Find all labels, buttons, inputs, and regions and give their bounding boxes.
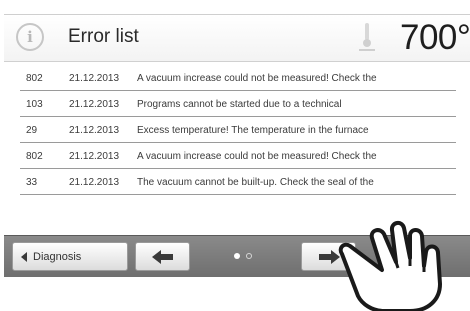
diagnosis-button[interactable]: Diagnosis [12, 242, 128, 271]
page-dot-active [234, 253, 240, 259]
page-dot-inactive [246, 253, 252, 259]
info-icon[interactable]: i [16, 23, 44, 51]
pointing-hand-icon [338, 221, 442, 311]
info-icon-glyph: i [27, 28, 33, 46]
error-code: 33 [26, 177, 38, 188]
error-row[interactable]: 29 21.12.2013 Excess temperature! The te… [20, 117, 456, 143]
error-message: The vacuum cannot be built-up. Check the… [137, 177, 374, 188]
error-code: 802 [26, 73, 43, 84]
error-code: 802 [26, 151, 43, 162]
triangle-left-icon [21, 251, 27, 262]
error-message: A vacuum increase could not be measured!… [137, 151, 377, 162]
arrow-left-icon [151, 249, 173, 264]
error-code: 29 [26, 125, 38, 136]
diagnosis-label: Diagnosis [33, 250, 82, 263]
page-indicator [234, 253, 252, 259]
error-row[interactable]: 802 21.12.2013 A vacuum increase could n… [20, 65, 456, 91]
thermometer-icon [359, 23, 375, 51]
error-date: 21.12.2013 [69, 151, 120, 162]
error-date: 21.12.2013 [69, 177, 120, 188]
error-message: A vacuum increase could not be measured!… [137, 73, 377, 84]
error-row[interactable]: 33 21.12.2013 The vacuum cannot be built… [20, 169, 456, 195]
error-list: 802 21.12.2013 A vacuum increase could n… [4, 65, 470, 195]
error-date: 21.12.2013 [69, 125, 120, 136]
error-row[interactable]: 103 21.12.2013 Programs cannot be starte… [20, 91, 456, 117]
error-code: 103 [26, 99, 43, 110]
temperature-readout: 700°C [400, 18, 470, 57]
error-row[interactable]: 802 21.12.2013 A vacuum increase could n… [20, 143, 456, 169]
back-button[interactable] [135, 242, 190, 271]
error-message: Excess temperature! The temperature in t… [137, 125, 369, 136]
error-message: Programs cannot be started due to a tech… [137, 99, 342, 110]
error-date: 21.12.2013 [69, 73, 120, 84]
header-bar: i Error list 700°C [4, 15, 470, 62]
page-title: Error list [68, 26, 139, 47]
error-date: 21.12.2013 [69, 99, 120, 110]
